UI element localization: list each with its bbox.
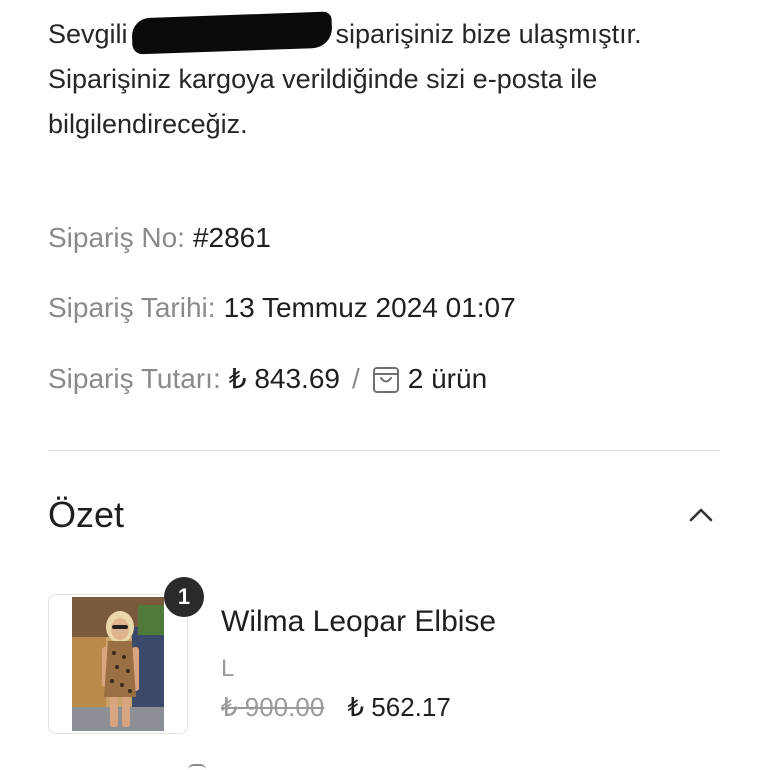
order-number-label: Sipariş No: — [48, 222, 185, 253]
order-number-value: #2861 — [192, 222, 271, 253]
greeting-body: Siparişiniz kargoya verildiğinde sizi e-… — [48, 64, 598, 139]
greeting-line-end: siparişiniz bize ulaşmıştır. — [335, 19, 642, 49]
product-photo — [72, 597, 164, 731]
order-item-count: 2 ürün — [407, 363, 488, 394]
order-total-row: Sipariş Tutarı: ₺ 843.69 / 2 ürün — [48, 361, 487, 397]
product-thumbnail[interactable] — [48, 594, 188, 734]
product-original-price: ₺ 900.00 — [221, 692, 325, 722]
product-price-row: ₺ 900.00 ₺ 562.17 — [221, 690, 451, 724]
product-sale-price: ₺ 562.17 — [347, 692, 451, 722]
order-confirmation-page: Sevgili siparişiniz bize ulaşmıştır. Sipa… — [0, 0, 768, 768]
redacted-customer-name — [130, 11, 333, 55]
next-item-partial — [188, 764, 206, 770]
order-date-row: Sipariş Tarihi: 13 Temmuz 2024 01:07 — [48, 290, 516, 326]
order-date-label: Sipariş Tarihi: — [48, 292, 216, 323]
quantity-badge: 1 — [164, 577, 204, 617]
shopping-bag-icon — [372, 364, 400, 394]
greeting-message: Sevgili siparişiniz bize ulaşmıştır. Sipa… — [48, 11, 738, 147]
order-date-value: 13 Temmuz 2024 01:07 — [223, 292, 516, 323]
order-total-value: ₺ 843.69 — [228, 363, 340, 394]
product-name[interactable]: Wilma Leopar Elbise — [221, 603, 496, 641]
chevron-up-icon[interactable] — [686, 502, 716, 528]
product-variant: L — [221, 655, 235, 682]
greeting-salutation: Sevgili — [48, 19, 128, 49]
order-number-row: Sipariş No: #2861 — [48, 220, 271, 256]
total-separator: / — [351, 363, 360, 394]
section-divider — [48, 450, 720, 451]
order-total-label: Sipariş Tutarı: — [48, 363, 221, 394]
summary-title: Özet — [48, 494, 125, 535]
